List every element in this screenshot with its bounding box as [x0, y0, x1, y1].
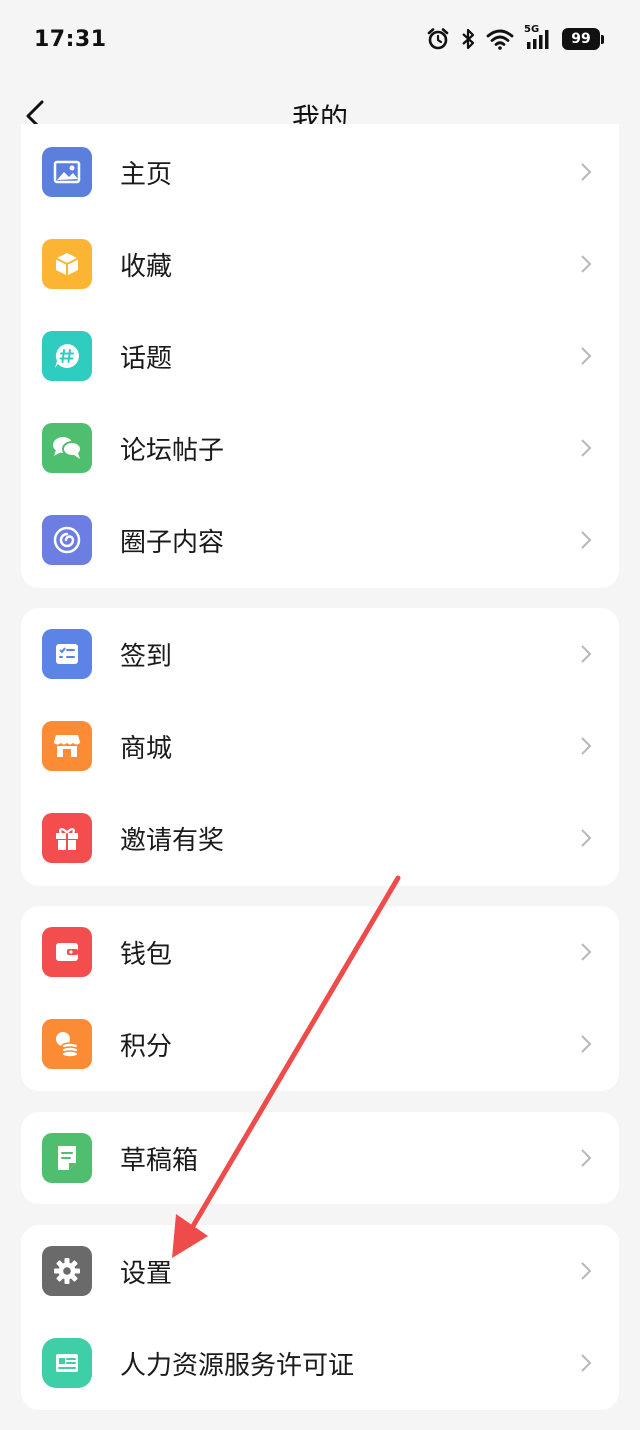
wallet-icon	[42, 927, 92, 977]
license-icon	[42, 1338, 92, 1388]
chevron-right-icon	[581, 1354, 592, 1372]
menu-group-content: 主页 收藏 话题 论坛帖子 圈子内容	[21, 124, 619, 588]
menu-item-settings[interactable]: 设置	[21, 1225, 619, 1317]
store-icon	[42, 721, 92, 771]
chevron-right-icon	[581, 1149, 592, 1167]
gift-icon	[42, 813, 92, 863]
menu-group-drafts: 草稿箱	[21, 1112, 619, 1204]
menu-group-finance: 钱包 积分	[21, 906, 619, 1091]
menu-item-label: 话题	[120, 343, 173, 374]
menu-item-label: 钱包	[120, 939, 173, 970]
chevron-right-icon	[581, 347, 592, 365]
chevron-right-icon	[581, 163, 592, 181]
cellular-signal: 5G	[524, 24, 552, 51]
battery-icon: 99	[562, 28, 604, 50]
menu-item-mall[interactable]: 商城	[21, 700, 619, 792]
menu-item-topics[interactable]: 话题	[21, 310, 619, 402]
menu-item-favorites[interactable]: 收藏	[21, 218, 619, 310]
draft-icon	[42, 1133, 92, 1183]
menu-item-invite-reward[interactable]: 邀请有奖	[21, 792, 619, 884]
menu-item-homepage[interactable]: 主页	[21, 126, 619, 218]
menu-group-activity: 签到 商城 邀请有奖	[21, 608, 619, 886]
chevron-right-icon	[581, 645, 592, 663]
menu-item-label: 邀请有奖	[120, 825, 225, 856]
menu-item-label: 圈子内容	[120, 527, 225, 558]
chat-bubbles-icon	[42, 423, 92, 473]
checklist-icon	[42, 629, 92, 679]
menu-item-circle-content[interactable]: 圈子内容	[21, 494, 619, 586]
alarm-icon	[427, 28, 449, 50]
signal-bars-icon	[527, 30, 549, 49]
chevron-right-icon	[581, 829, 592, 847]
menu-item-drafts[interactable]: 草稿箱	[21, 1112, 619, 1204]
wifi-icon	[486, 29, 514, 50]
menu-item-hr-license[interactable]: 人力资源服务许可证	[21, 1317, 619, 1409]
menu-item-label: 积分	[120, 1031, 173, 1062]
status-time: 17:31	[34, 26, 107, 52]
menu-item-label: 收藏	[120, 251, 173, 282]
image-icon	[42, 147, 92, 197]
menu-item-label: 论坛帖子	[120, 435, 225, 466]
chevron-right-icon	[581, 531, 592, 549]
battery-level: 99	[571, 31, 591, 47]
bluetooth-icon	[462, 28, 475, 50]
status-bar: 17:31 5G 99	[0, 0, 640, 78]
menu-item-check-in[interactable]: 签到	[21, 608, 619, 700]
menu-item-forum-posts[interactable]: 论坛帖子	[21, 402, 619, 494]
coins-icon	[42, 1019, 92, 1069]
box-icon	[42, 239, 92, 289]
status-icons: 5G 99	[426, 24, 604, 51]
menu-group-system: 设置 人力资源服务许可证	[21, 1225, 619, 1410]
chevron-right-icon	[581, 439, 592, 457]
chevron-right-icon	[581, 737, 592, 755]
menu-item-wallet[interactable]: 钱包	[21, 906, 619, 998]
chevron-right-icon	[581, 1035, 592, 1053]
menu-item-label: 人力资源服务许可证	[120, 1350, 355, 1381]
menu-item-label: 设置	[120, 1258, 173, 1289]
menu-item-points[interactable]: 积分	[21, 998, 619, 1090]
chevron-right-icon	[581, 1262, 592, 1280]
swirl-icon	[42, 515, 92, 565]
hashtag-chat-icon	[42, 331, 92, 381]
chevron-right-icon	[581, 255, 592, 273]
chevron-right-icon	[581, 943, 592, 961]
menu-item-label: 签到	[120, 641, 173, 672]
menu-item-label: 草稿箱	[120, 1145, 199, 1176]
menu-item-label: 商城	[120, 733, 173, 764]
gear-icon	[42, 1246, 92, 1296]
menu-item-label: 主页	[120, 159, 173, 190]
